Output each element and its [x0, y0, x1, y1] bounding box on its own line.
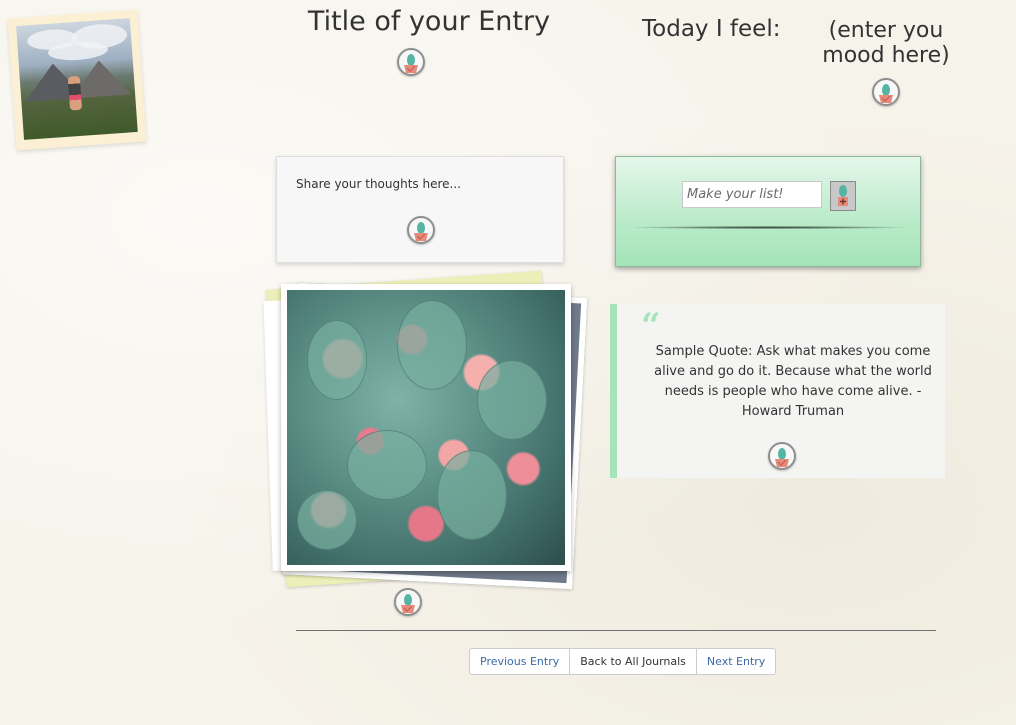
entry-title[interactable]: Title of your Entry	[296, 6, 562, 37]
thoughts-text[interactable]: Share your thoughts here...	[296, 177, 461, 191]
edit-thoughts-cactus-icon[interactable]	[407, 216, 435, 244]
quote-text[interactable]: Sample Quote: Ask what makes you come al…	[639, 342, 947, 422]
edit-quote-cactus-icon[interactable]	[768, 442, 796, 470]
avatar-image	[16, 18, 138, 140]
cactus-flowers-image	[287, 290, 565, 565]
quote-mark-icon: “	[641, 306, 661, 346]
cactus-plus-icon	[838, 185, 848, 206]
entry-pagination: Previous Entry Back to All Journals Next…	[469, 648, 777, 675]
feel-label: Today I feel:	[642, 16, 781, 42]
edit-title-cactus-icon[interactable]	[397, 48, 425, 76]
divider-line	[296, 630, 936, 631]
next-entry-button[interactable]: Next Entry	[695, 648, 777, 675]
back-to-journals-button[interactable]: Back to All Journals	[569, 648, 697, 675]
thoughts-card[interactable]: Share your thoughts here...	[276, 156, 564, 263]
mood-input[interactable]: (enter you mood here)	[818, 18, 954, 68]
edit-photo-cactus-icon[interactable]	[394, 588, 422, 616]
edit-mood-cactus-icon[interactable]	[872, 78, 900, 106]
avatar-photo	[7, 9, 147, 151]
list-input[interactable]	[682, 181, 822, 208]
list-divider	[634, 226, 904, 229]
entry-photo[interactable]	[281, 284, 571, 571]
previous-entry-button[interactable]: Previous Entry	[469, 648, 571, 675]
list-card	[615, 156, 921, 267]
add-list-item-button[interactable]	[830, 181, 856, 211]
